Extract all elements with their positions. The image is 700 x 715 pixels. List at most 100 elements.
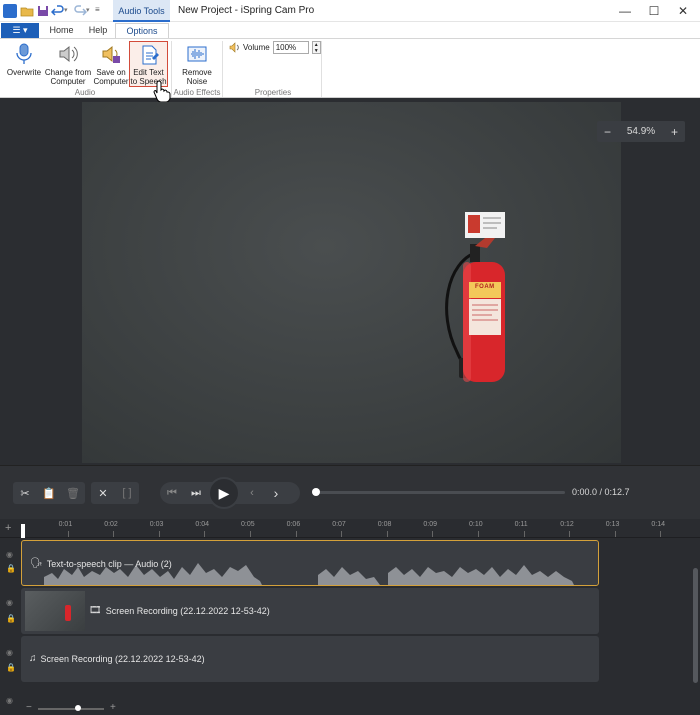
zoom-value: 54.9% bbox=[626, 126, 656, 137]
seek-bar[interactable] bbox=[312, 488, 565, 496]
ruler-tick-label: 0:03 bbox=[149, 521, 164, 528]
group-label-audio-effects: Audio Effects bbox=[173, 88, 221, 97]
player-controls: ✂ 📋 🗑 ✕ [ ] ⏮ ⏭ ▶ ‹ › 0:00.0 / 0:12.7 bbox=[0, 465, 700, 519]
save-on-label-1: Save on bbox=[96, 68, 126, 77]
music-note-icon: ♫ bbox=[29, 653, 37, 664]
save-on-computer-button[interactable]: Save on Computer bbox=[93, 41, 129, 86]
close-button[interactable]: ✕ bbox=[666, 0, 700, 22]
cut-button[interactable]: ✂ bbox=[13, 482, 37, 504]
tab-help[interactable]: Help bbox=[82, 23, 114, 38]
ruler-tick-label: 0:07 bbox=[332, 521, 346, 528]
eye-icon[interactable]: ◉ bbox=[6, 598, 13, 607]
volume-label: Volume bbox=[243, 43, 270, 52]
remove-noise-button[interactable]: Remove Noise bbox=[181, 41, 213, 86]
seek-handle[interactable] bbox=[312, 488, 320, 496]
split-button-group: ✕ [ ] bbox=[91, 482, 139, 504]
video-frame[interactable]: FOAM bbox=[82, 102, 621, 463]
lock-icon[interactable]: 🔒 bbox=[6, 614, 16, 623]
timeline-zoom-handle[interactable] bbox=[74, 705, 81, 711]
timeline-tracks: ◉ 🔒 ◉ 🔒 ◉ 🔒 ◉ 🗣 Text-to-speech clip — Au… bbox=[0, 538, 700, 715]
tts-audio-clip[interactable]: 🗣 Text-to-speech clip — Audio (2) bbox=[21, 540, 599, 586]
zoom-out-button[interactable]: − bbox=[604, 125, 611, 139]
lock-icon[interactable]: 🔒 bbox=[6, 663, 16, 672]
ruler-tick bbox=[478, 531, 479, 537]
clipboard-icon: 📋 bbox=[42, 487, 56, 500]
chevron-left-icon: ‹ bbox=[250, 487, 254, 499]
skip-back-icon: ⏮ bbox=[167, 486, 177, 499]
trash-icon: 🗑 bbox=[66, 487, 80, 500]
playback-group: ⏮ ⏭ ▶ ‹ › bbox=[160, 477, 300, 509]
brackets-icon: [ ] bbox=[122, 487, 132, 499]
tab-home[interactable]: Home bbox=[45, 23, 78, 38]
ruler-tick-label: 0:10 bbox=[469, 521, 483, 528]
save-icon[interactable] bbox=[36, 4, 50, 18]
trim-button[interactable]: [ ] bbox=[115, 482, 139, 504]
ruler-tick bbox=[341, 531, 343, 537]
speaker-save-icon bbox=[98, 41, 124, 67]
speech-icon: 🗣 bbox=[30, 558, 43, 569]
remove-button[interactable]: ✕ bbox=[91, 482, 115, 504]
edit-button-group: ✂ 📋 🗑 bbox=[13, 482, 85, 504]
audio-clip[interactable]: ♫ Screen Recording (22.12.2022 12-53-42) bbox=[21, 636, 599, 682]
ruler-tick-label: 0:05 bbox=[241, 521, 255, 528]
customize-qat-icon[interactable]: ≡ bbox=[95, 5, 109, 19]
thumbnail-extinguisher bbox=[65, 605, 71, 621]
tab-options[interactable]: Options bbox=[115, 23, 169, 38]
ruler-tick bbox=[523, 531, 525, 537]
x-icon: ✕ bbox=[98, 487, 108, 500]
ruler-tick-label: 0:13 bbox=[605, 521, 620, 528]
ruler-tick bbox=[113, 531, 115, 537]
audio-clip-label: ♫ Screen Recording (22.12.2022 12-53-42) bbox=[29, 653, 205, 664]
previous-frame-button[interactable]: ‹ bbox=[240, 482, 264, 504]
eye-icon[interactable]: ◉ bbox=[6, 550, 13, 559]
vertical-scrollbar[interactable] bbox=[693, 568, 698, 683]
ruler-tick bbox=[569, 531, 571, 537]
waveform-icon bbox=[184, 41, 210, 67]
edit-document-icon bbox=[136, 42, 162, 67]
zoom-in-button[interactable]: + bbox=[671, 125, 678, 139]
volume-control: Volume 100% ▲ ▼ bbox=[229, 41, 321, 54]
change-from-computer-button[interactable]: Change from Computer bbox=[44, 41, 92, 86]
overwrite-button[interactable]: Overwrite bbox=[5, 41, 43, 77]
playhead[interactable] bbox=[21, 524, 25, 538]
context-tab-audio-tools: Audio Tools bbox=[113, 0, 170, 22]
go-to-end-button[interactable]: ⏭ bbox=[184, 482, 208, 504]
ruler-tick bbox=[660, 531, 662, 537]
paste-button[interactable]: 📋 bbox=[37, 482, 61, 504]
play-button[interactable]: ▶ bbox=[208, 477, 240, 509]
ruler-tick-label: 0:12 bbox=[560, 521, 574, 528]
go-to-start-button[interactable]: ⏮ bbox=[160, 482, 184, 504]
timeline-zoom-slider[interactable] bbox=[38, 705, 104, 711]
group-label-properties: Properties bbox=[254, 88, 292, 97]
fire-extinguisher-image bbox=[445, 212, 505, 382]
undo-icon[interactable] bbox=[50, 4, 65, 18]
open-folder-icon[interactable] bbox=[20, 4, 34, 18]
play-icon: ▶ bbox=[218, 484, 230, 501]
eye-icon[interactable]: ◉ bbox=[6, 648, 13, 657]
remove-noise-label-1: Remove bbox=[182, 68, 212, 77]
microphone-icon bbox=[11, 41, 37, 67]
video-clip[interactable]: 🎞 Screen Recording (22.12.2022 12-53-42) bbox=[21, 588, 599, 634]
timeline-zoom-out-button[interactable]: − bbox=[26, 702, 32, 713]
ruler-tick bbox=[432, 531, 434, 537]
ribbon-tab-bar: ☰ ▾ Home Help Options bbox=[0, 22, 700, 38]
chevron-right-icon: › bbox=[273, 485, 279, 501]
next-frame-button[interactable]: › bbox=[264, 482, 288, 504]
eye-icon[interactable]: ◉ bbox=[6, 696, 13, 705]
ruler-tick-label: 0:04 bbox=[195, 521, 210, 528]
volume-input[interactable]: 100% bbox=[272, 41, 309, 54]
timeline-ruler[interactable]: + 0:01 0:02 0:03 0:04 0:05 0:06 0:07 0:08 0:09 0:… bbox=[0, 519, 700, 538]
add-track-icon[interactable]: + bbox=[5, 522, 11, 534]
volume-spinner[interactable]: ▲ ▼ bbox=[311, 41, 321, 54]
scissors-icon: ✂ bbox=[20, 487, 30, 500]
skip-forward-icon: ⏭ bbox=[191, 486, 201, 499]
lock-icon[interactable]: 🔒 bbox=[6, 564, 16, 573]
ruler-tick bbox=[158, 531, 160, 537]
timeline-zoom-in-button[interactable]: + bbox=[110, 702, 116, 713]
ruler-tick bbox=[295, 531, 297, 537]
redo-icon[interactable] bbox=[73, 4, 88, 18]
file-menu-button[interactable]: ☰ ▾ bbox=[1, 23, 39, 38]
delete-button[interactable]: 🗑 bbox=[61, 482, 85, 504]
overwrite-label: Overwrite bbox=[6, 68, 42, 77]
change-from-label-2: Computer bbox=[50, 77, 86, 86]
